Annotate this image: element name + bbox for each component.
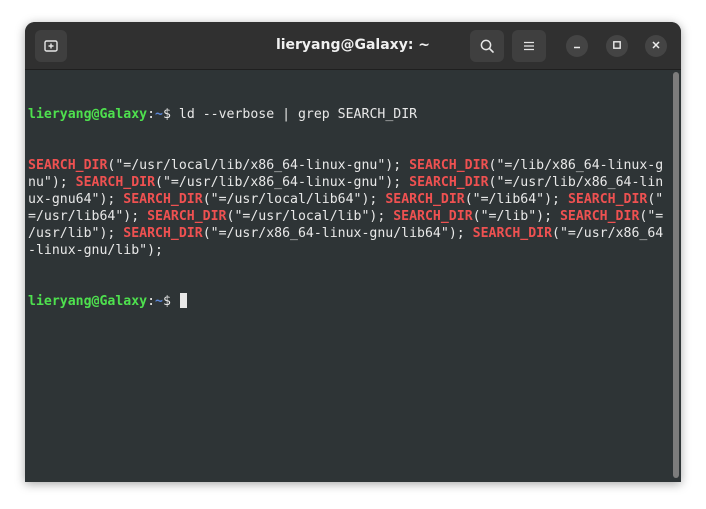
match-highlight: SEARCH_DIR (123, 192, 203, 207)
match-highlight: SEARCH_DIR (393, 209, 473, 224)
terminal-output[interactable]: lieryang@Galaxy:~$ ld --verbose | grep S… (25, 70, 671, 482)
output-line: nu"); SEARCH_DIR("=/usr/lib/x86_64-linux… (28, 174, 671, 191)
search-button[interactable] (470, 30, 504, 62)
output-text: ("=/usr/local/lib64"); (202, 192, 386, 207)
output-text: ("=/usr/local/lib"); (226, 209, 394, 224)
close-icon (651, 37, 661, 55)
title-bar[interactable]: lieryang@Galaxy: ~ (25, 22, 681, 70)
output-line: SEARCH_DIR("=/usr/local/lib/x86_64-linux… (28, 157, 671, 174)
output-text: ("=/usr/x86_64-linux-gnu/lib64"); (202, 226, 473, 241)
prompt-symbol: $ (163, 294, 179, 309)
output-text: ("=/usr/lib/x86_64-lin (488, 175, 664, 190)
match-highlight: SEARCH_DIR (409, 175, 489, 190)
output-line: /usr/lib"); SEARCH_DIR("=/usr/x86_64-lin… (28, 225, 671, 242)
match-highlight: SEARCH_DIR (559, 209, 640, 224)
output-line: =/usr/lib64"); SEARCH_DIR("=/usr/local/l… (28, 208, 671, 225)
match-highlight: SEARCH_DIR (567, 192, 648, 207)
prompt-path: ~ (155, 107, 163, 122)
new-tab-icon (43, 38, 59, 54)
new-tab-button[interactable] (35, 30, 67, 62)
match-highlight: SEARCH_DIR (147, 209, 227, 224)
match-highlight: SEARCH_DIR (28, 158, 108, 173)
terminal-window: lieryang@Galaxy: ~ lieryang@Galaxy:~$ ld… (25, 22, 681, 482)
match-highlight: SEARCH_DIR (472, 226, 553, 241)
prompt-user-host: lieryang@Galaxy (28, 294, 148, 309)
maximize-button[interactable] (606, 35, 628, 57)
prompt-separator: : (147, 294, 156, 309)
output-text: ("=/lib64"); (464, 192, 568, 207)
output-text: ("=/usr/lib/x86_64-linux-gnu"); (155, 175, 410, 190)
output-text: ("=/lib"); (472, 209, 560, 224)
match-highlight: SEARCH_DIR (385, 192, 465, 207)
prompt-symbol: $ (163, 107, 179, 122)
output-text: -linux-gnu/lib"); (28, 243, 163, 258)
output-line: -linux-gnu/lib"); (28, 242, 671, 259)
prompt-path: ~ (155, 294, 163, 309)
output-line: ux-gnu64"); SEARCH_DIR("=/usr/local/lib6… (28, 191, 671, 208)
command-line: lieryang@Galaxy:~$ ld --verbose | grep S… (28, 106, 671, 123)
prompt-line: lieryang@Galaxy:~$ (28, 293, 671, 310)
text-cursor (179, 293, 187, 308)
close-button[interactable] (645, 35, 667, 57)
output-text: /usr/lib"); (28, 226, 124, 241)
match-highlight: SEARCH_DIR (409, 158, 489, 173)
output-text: ux-gnu64"); (28, 192, 124, 207)
output-text: =/usr/lib64"); (28, 209, 148, 224)
output-text: ("=/usr/x86_64 (552, 226, 664, 241)
command-output: SEARCH_DIR("=/usr/local/lib/x86_64-linux… (28, 157, 671, 259)
scrollbar[interactable] (673, 72, 679, 478)
output-text: nu"); (28, 175, 76, 190)
match-highlight: SEARCH_DIR (75, 175, 156, 190)
prompt-user-host: lieryang@Galaxy (28, 107, 148, 122)
output-text: ("=/lib/x86_64-linux-g (488, 158, 664, 173)
match-highlight: SEARCH_DIR (123, 226, 203, 241)
prompt-separator: : (147, 107, 156, 122)
command-text: ld --verbose | grep SEARCH_DIR (178, 107, 418, 122)
menu-button[interactable] (512, 30, 546, 62)
minimize-button[interactable] (566, 35, 588, 57)
output-text: ("= (639, 209, 664, 224)
hamburger-menu-icon (522, 39, 536, 53)
search-icon (479, 38, 495, 54)
output-text: ("=/usr/local/lib/x86_64-linux-gnu"); (107, 158, 410, 173)
maximize-icon (612, 37, 622, 55)
output-text: (" (647, 192, 664, 207)
minimize-icon (572, 37, 582, 55)
